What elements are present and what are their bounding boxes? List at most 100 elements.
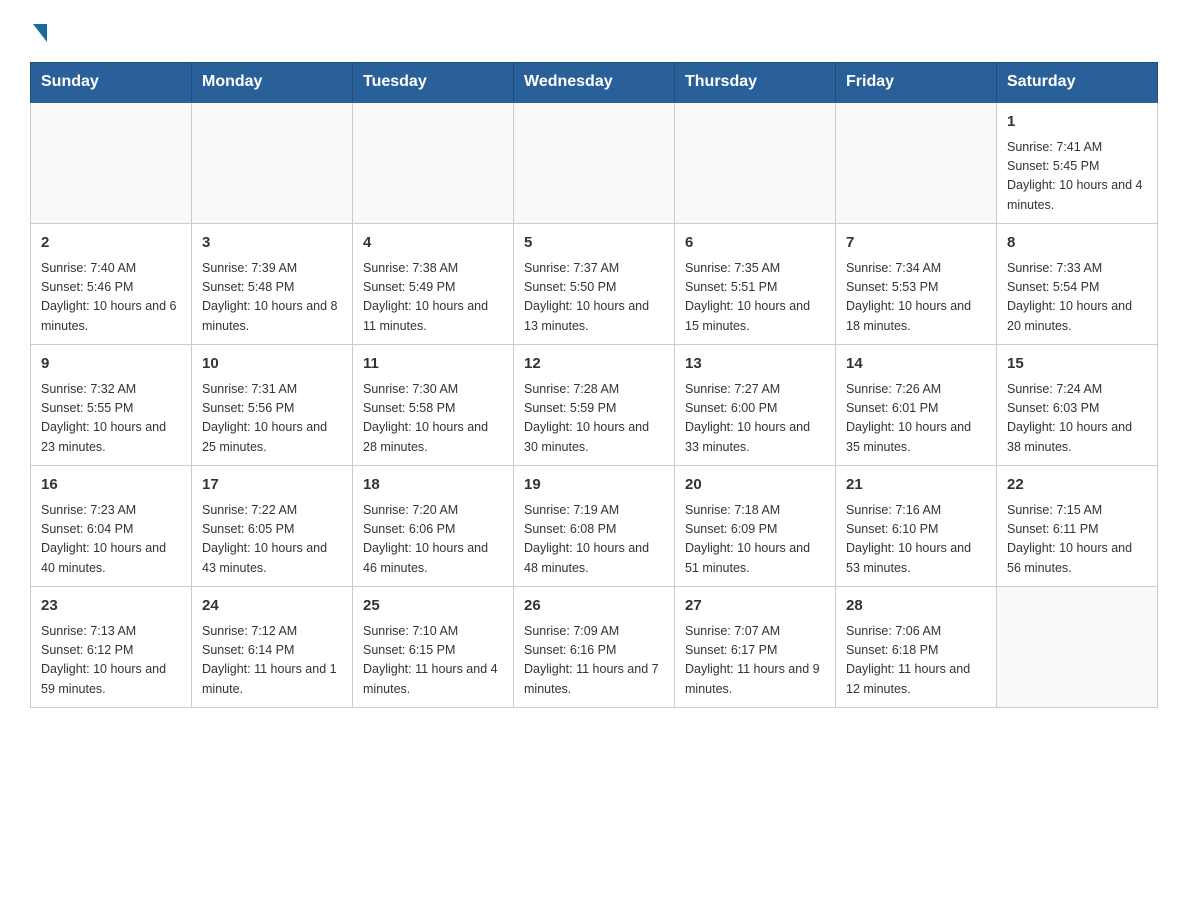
- day-info: Sunrise: 7:37 AMSunset: 5:50 PMDaylight:…: [524, 259, 664, 337]
- calendar-cell: 25 Sunrise: 7:10 AMSunset: 6:15 PMDayligh…: [353, 587, 514, 708]
- day-info: Sunrise: 7:27 AMSunset: 6:00 PMDaylight:…: [685, 380, 825, 458]
- day-number: 22: [1007, 474, 1147, 497]
- calendar-cell: [192, 102, 353, 224]
- day-info: Sunrise: 7:32 AMSunset: 5:55 PMDaylight:…: [41, 380, 181, 458]
- week-row-1: 1 Sunrise: 7:41 AMSunset: 5:45 PMDaylight…: [31, 102, 1158, 224]
- day-header-saturday: Saturday: [997, 63, 1158, 103]
- day-number: 18: [363, 474, 503, 497]
- day-number: 5: [524, 232, 664, 255]
- calendar-cell: 7 Sunrise: 7:34 AMSunset: 5:53 PMDaylight…: [836, 224, 997, 345]
- calendar-cell: 18 Sunrise: 7:20 AMSunset: 6:06 PMDayligh…: [353, 466, 514, 587]
- calendar-cell: 2Sunrise: 7:40 AMSunset: 5:46 PMDaylight…: [31, 224, 192, 345]
- day-info: Sunrise: 7:39 AMSunset: 5:48 PMDaylight:…: [202, 259, 342, 337]
- week-row-3: 9 Sunrise: 7:32 AMSunset: 5:55 PMDaylight…: [31, 345, 1158, 466]
- calendar-cell: 20 Sunrise: 7:18 AMSunset: 6:09 PMDayligh…: [675, 466, 836, 587]
- day-info: Sunrise: 7:33 AMSunset: 5:54 PMDaylight:…: [1007, 259, 1147, 337]
- day-header-friday: Friday: [836, 63, 997, 103]
- day-header-thursday: Thursday: [675, 63, 836, 103]
- day-info: Sunrise: 7:34 AMSunset: 5:53 PMDaylight:…: [846, 259, 986, 337]
- day-number: 15: [1007, 353, 1147, 376]
- day-info: Sunrise: 7:07 AMSunset: 6:17 PMDaylight:…: [685, 622, 825, 700]
- calendar-cell: 3 Sunrise: 7:39 AMSunset: 5:48 PMDaylight…: [192, 224, 353, 345]
- logo: [30, 20, 47, 42]
- day-info: Sunrise: 7:30 AMSunset: 5:58 PMDaylight:…: [363, 380, 503, 458]
- calendar-cell: 14 Sunrise: 7:26 AMSunset: 6:01 PMDayligh…: [836, 345, 997, 466]
- page-header: [30, 20, 1158, 42]
- day-info: Sunrise: 7:10 AMSunset: 6:15 PMDaylight:…: [363, 622, 503, 700]
- day-number: 23: [41, 595, 181, 618]
- day-number: 12: [524, 353, 664, 376]
- calendar-cell: 4Sunrise: 7:38 AMSunset: 5:49 PMDaylight…: [353, 224, 514, 345]
- day-number: 8: [1007, 232, 1147, 255]
- day-info: Sunrise: 7:06 AMSunset: 6:18 PMDaylight:…: [846, 622, 986, 700]
- calendar-cell: 15 Sunrise: 7:24 AMSunset: 6:03 PMDayligh…: [997, 345, 1158, 466]
- calendar-cell: 6 Sunrise: 7:35 AMSunset: 5:51 PMDaylight…: [675, 224, 836, 345]
- calendar-cell: 12 Sunrise: 7:28 AMSunset: 5:59 PMDayligh…: [514, 345, 675, 466]
- week-row-4: 16Sunrise: 7:23 AMSunset: 6:04 PMDayligh…: [31, 466, 1158, 587]
- day-number: 6: [685, 232, 825, 255]
- calendar-cell: 11 Sunrise: 7:30 AMSunset: 5:58 PMDayligh…: [353, 345, 514, 466]
- day-number: 28: [846, 595, 986, 618]
- day-number: 24: [202, 595, 342, 618]
- calendar-cell: 19 Sunrise: 7:19 AMSunset: 6:08 PMDayligh…: [514, 466, 675, 587]
- day-info: Sunrise: 7:15 AMSunset: 6:11 PMDaylight:…: [1007, 501, 1147, 579]
- day-number: 1: [1007, 111, 1147, 134]
- day-header-sunday: Sunday: [31, 63, 192, 103]
- day-info: Sunrise: 7:22 AMSunset: 6:05 PMDaylight:…: [202, 501, 342, 579]
- calendar-cell: [675, 102, 836, 224]
- day-info: Sunrise: 7:26 AMSunset: 6:01 PMDaylight:…: [846, 380, 986, 458]
- calendar-header-row: SundayMondayTuesdayWednesdayThursdayFrid…: [31, 63, 1158, 103]
- calendar-cell: 22 Sunrise: 7:15 AMSunset: 6:11 PMDayligh…: [997, 466, 1158, 587]
- day-header-wednesday: Wednesday: [514, 63, 675, 103]
- day-info: Sunrise: 7:19 AMSunset: 6:08 PMDaylight:…: [524, 501, 664, 579]
- calendar-cell: 26 Sunrise: 7:09 AMSunset: 6:16 PMDayligh…: [514, 587, 675, 708]
- calendar-cell: 27 Sunrise: 7:07 AMSunset: 6:17 PMDayligh…: [675, 587, 836, 708]
- day-number: 11: [363, 353, 503, 376]
- calendar-cell: 21Sunrise: 7:16 AMSunset: 6:10 PMDayligh…: [836, 466, 997, 587]
- logo-arrow-icon: [33, 24, 47, 42]
- day-number: 17: [202, 474, 342, 497]
- day-number: 13: [685, 353, 825, 376]
- day-number: 26: [524, 595, 664, 618]
- day-number: 20: [685, 474, 825, 497]
- day-info: Sunrise: 7:41 AMSunset: 5:45 PMDaylight:…: [1007, 138, 1147, 216]
- calendar-table: SundayMondayTuesdayWednesdayThursdayFrid…: [30, 62, 1158, 708]
- day-number: 27: [685, 595, 825, 618]
- week-row-2: 2Sunrise: 7:40 AMSunset: 5:46 PMDaylight…: [31, 224, 1158, 345]
- calendar-cell: 28 Sunrise: 7:06 AMSunset: 6:18 PMDayligh…: [836, 587, 997, 708]
- week-row-5: 23 Sunrise: 7:13 AMSunset: 6:12 PMDayligh…: [31, 587, 1158, 708]
- day-number: 7: [846, 232, 986, 255]
- calendar-cell: [353, 102, 514, 224]
- day-info: Sunrise: 7:12 AMSunset: 6:14 PMDaylight:…: [202, 622, 342, 700]
- day-info: Sunrise: 7:18 AMSunset: 6:09 PMDaylight:…: [685, 501, 825, 579]
- calendar-cell: 16Sunrise: 7:23 AMSunset: 6:04 PMDayligh…: [31, 466, 192, 587]
- calendar-cell: 10 Sunrise: 7:31 AMSunset: 5:56 PMDayligh…: [192, 345, 353, 466]
- day-number: 25: [363, 595, 503, 618]
- calendar-cell: 8 Sunrise: 7:33 AMSunset: 5:54 PMDaylight…: [997, 224, 1158, 345]
- calendar-cell: [836, 102, 997, 224]
- day-number: 19: [524, 474, 664, 497]
- calendar-cell: [997, 587, 1158, 708]
- calendar-cell: 17 Sunrise: 7:22 AMSunset: 6:05 PMDayligh…: [192, 466, 353, 587]
- day-info: Sunrise: 7:35 AMSunset: 5:51 PMDaylight:…: [685, 259, 825, 337]
- day-header-monday: Monday: [192, 63, 353, 103]
- calendar-cell: 5 Sunrise: 7:37 AMSunset: 5:50 PMDaylight…: [514, 224, 675, 345]
- calendar-cell: 24 Sunrise: 7:12 AMSunset: 6:14 PMDayligh…: [192, 587, 353, 708]
- day-info: Sunrise: 7:31 AMSunset: 5:56 PMDaylight:…: [202, 380, 342, 458]
- day-info: Sunrise: 7:16 AMSunset: 6:10 PMDaylight:…: [846, 501, 986, 579]
- day-number: 4: [363, 232, 503, 255]
- day-info: Sunrise: 7:20 AMSunset: 6:06 PMDaylight:…: [363, 501, 503, 579]
- calendar-cell: [514, 102, 675, 224]
- calendar-cell: 9 Sunrise: 7:32 AMSunset: 5:55 PMDaylight…: [31, 345, 192, 466]
- calendar-cell: 1 Sunrise: 7:41 AMSunset: 5:45 PMDaylight…: [997, 102, 1158, 224]
- day-info: Sunrise: 7:13 AMSunset: 6:12 PMDaylight:…: [41, 622, 181, 700]
- day-number: 9: [41, 353, 181, 376]
- day-number: 14: [846, 353, 986, 376]
- day-info: Sunrise: 7:24 AMSunset: 6:03 PMDaylight:…: [1007, 380, 1147, 458]
- day-number: 3: [202, 232, 342, 255]
- day-info: Sunrise: 7:28 AMSunset: 5:59 PMDaylight:…: [524, 380, 664, 458]
- calendar-cell: [31, 102, 192, 224]
- day-number: 16: [41, 474, 181, 497]
- day-info: Sunrise: 7:09 AMSunset: 6:16 PMDaylight:…: [524, 622, 664, 700]
- day-number: 10: [202, 353, 342, 376]
